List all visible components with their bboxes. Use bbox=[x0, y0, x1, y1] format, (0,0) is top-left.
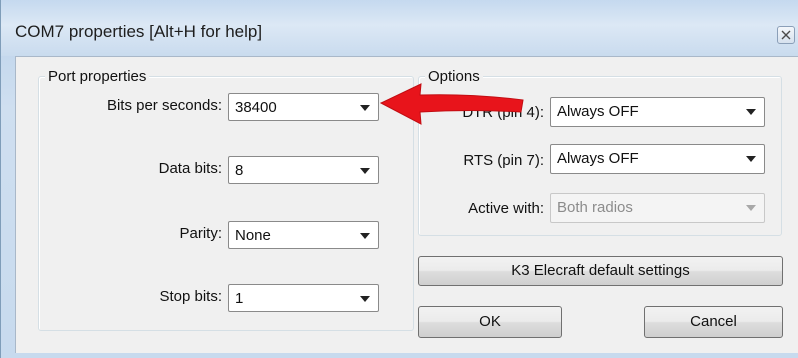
bits-per-second-value: 38400 bbox=[235, 99, 277, 116]
active-with-label: Active with: bbox=[468, 200, 544, 217]
data-bits-value: 8 bbox=[235, 162, 244, 179]
parity-value: None bbox=[235, 227, 271, 244]
stop-bits-dropdown[interactable]: 1 bbox=[228, 284, 379, 312]
rts-dropdown[interactable]: Always OFF bbox=[550, 144, 765, 174]
close-icon bbox=[781, 30, 791, 40]
default-settings-button[interactable]: K3 Elecraft default settings bbox=[418, 256, 783, 286]
stop-bits-label: Stop bits: bbox=[159, 288, 222, 305]
dtr-label: DTR (pin 4): bbox=[462, 104, 544, 121]
data-bits-dropdown[interactable]: 8 bbox=[228, 156, 379, 184]
options-title: Options bbox=[425, 68, 483, 86]
active-with-value: Both radios bbox=[557, 199, 633, 216]
window-title: COM7 properties [Alt+H for help] bbox=[15, 22, 263, 41]
dtr-value: Always OFF bbox=[557, 103, 639, 120]
close-button[interactable] bbox=[777, 26, 795, 44]
chevron-down-icon bbox=[360, 296, 370, 302]
data-bits-label: Data bits: bbox=[158, 160, 222, 177]
active-with-dropdown: Both radios bbox=[550, 193, 765, 223]
chevron-down-icon bbox=[360, 233, 370, 239]
rts-value: Always OFF bbox=[557, 150, 639, 167]
cancel-button[interactable]: Cancel bbox=[644, 306, 783, 338]
stop-bits-value: 1 bbox=[235, 290, 244, 307]
chevron-down-icon bbox=[746, 156, 756, 162]
dialog-window: COM7 properties [Alt+H for help] Port pr… bbox=[0, 0, 798, 358]
chevron-down-icon bbox=[360, 168, 370, 174]
dialog-client-area: Port properties Bits per seconds: 38400 … bbox=[15, 56, 798, 353]
bits-per-second-label: Bits per seconds: bbox=[106, 97, 222, 114]
ok-button[interactable]: OK bbox=[418, 306, 562, 338]
rts-label: RTS (pin 7): bbox=[463, 152, 544, 169]
chevron-down-icon bbox=[746, 109, 756, 115]
parity-label: Parity: bbox=[179, 225, 222, 242]
chevron-down-icon bbox=[746, 205, 756, 211]
title-bar[interactable]: COM7 properties [Alt+H for help] bbox=[1, 0, 798, 56]
chevron-down-icon bbox=[360, 105, 370, 111]
parity-dropdown[interactable]: None bbox=[228, 221, 379, 249]
port-properties-title: Port properties bbox=[45, 68, 150, 86]
dtr-dropdown[interactable]: Always OFF bbox=[550, 97, 765, 127]
bits-per-second-dropdown[interactable]: 38400 bbox=[228, 93, 379, 121]
